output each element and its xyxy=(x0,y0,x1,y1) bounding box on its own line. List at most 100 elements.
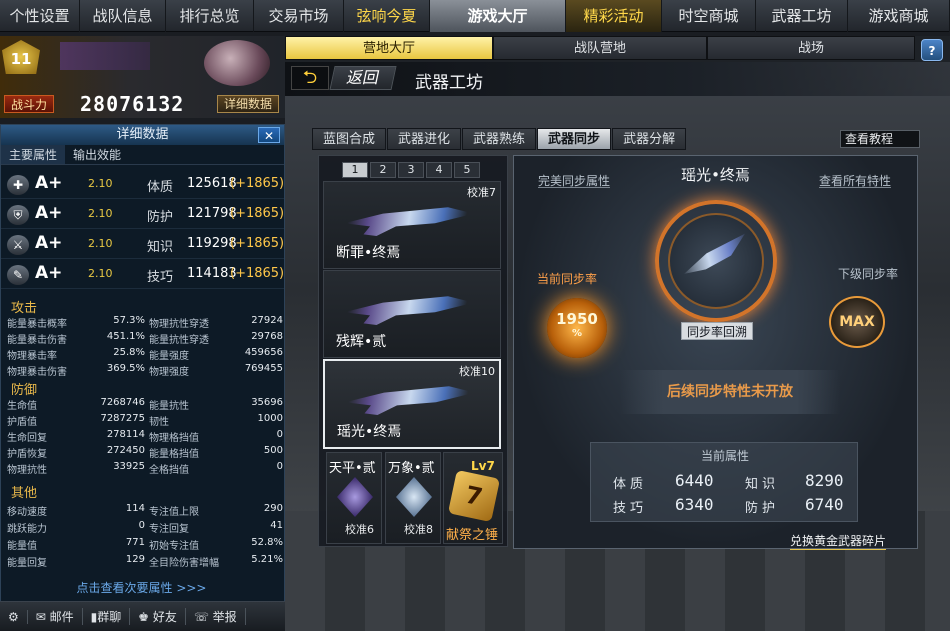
tab-battlefield[interactable]: 战场 xyxy=(707,36,915,60)
stat-value: 1000 xyxy=(257,413,283,424)
stat-label: 能量暴击概率 xyxy=(7,319,67,330)
weapon-image xyxy=(344,296,474,325)
attr-bonus: (+1865) xyxy=(230,236,285,251)
attr-bonus: (+1865) xyxy=(230,206,285,221)
top-nav: 个性设置 战队信息 排行总览 交易市场 弦响今夏 游戏大厅 精彩活动 时空商城 … xyxy=(0,0,950,32)
current-sync-label: 当前同步率 xyxy=(537,272,598,286)
stat-value: 369.5% xyxy=(106,363,145,374)
pager: 1 2 3 4 5 xyxy=(342,162,482,178)
back-arrow-icon[interactable]: ⮌ xyxy=(291,66,329,90)
stat-value: 769455 xyxy=(244,363,283,374)
section-defense-title: 防御 xyxy=(11,383,38,398)
weapon-card[interactable]: 校准7 断罪•终焉 xyxy=(323,181,501,269)
stat-label: 能量格挡值 xyxy=(149,449,199,460)
weapon-card[interactable]: 残辉•贰 xyxy=(323,270,501,358)
mail-button[interactable]: ✉ 邮件 xyxy=(28,608,83,625)
page-button[interactable]: 5 xyxy=(454,162,480,178)
weapon-name: 断罪•终焉 xyxy=(336,245,401,261)
page-button[interactable]: 4 xyxy=(426,162,452,178)
attr-grade: A+ xyxy=(35,233,63,253)
perfect-sync-attributes-button[interactable]: 完美同步属性 xyxy=(538,172,611,188)
main-attr-row: ✎ A+ 2.10 技巧 114183 (+1865) xyxy=(1,259,284,289)
nav-time-shop[interactable]: 时空商城 xyxy=(662,0,756,32)
nav-team-info[interactable]: 战队信息 xyxy=(80,0,166,32)
group-chat-button[interactable]: ▮群聊 xyxy=(83,608,131,625)
stat-value: 25.8% xyxy=(113,347,145,358)
stat-value: 278114 xyxy=(106,429,145,440)
stat-value: 41 xyxy=(270,520,283,531)
stat-label: 生命回复 xyxy=(7,433,47,444)
next-sync-label: 下级同步率 xyxy=(838,267,899,281)
weapon-name: 残辉•贰 xyxy=(336,334,387,350)
stat-row: 生命值 7268746 能量抗性 35696 xyxy=(7,397,283,413)
stat-value: 459656 xyxy=(244,347,283,358)
help-icon[interactable]: ? xyxy=(921,39,943,61)
nav-game-shop[interactable]: 游戏商城 xyxy=(848,0,950,32)
section-other-title: 其他 xyxy=(11,486,38,501)
stat-label: 专注值上限 xyxy=(149,507,199,518)
footer-bar: ⚙ ✉ 邮件 ▮群聊 ♚ 好友 ☏ 举报 xyxy=(0,601,285,631)
attr-value: 8290 xyxy=(805,471,844,490)
not-open-banner: 后续同步特性未开放 xyxy=(620,370,840,414)
stat-row: 能量值 771 初始专注值 52.8% xyxy=(7,537,283,553)
view-tutorial-button[interactable]: 查看教程 xyxy=(840,130,920,148)
item-name: 天平•贰 xyxy=(329,461,376,476)
page-button[interactable]: 1 xyxy=(342,162,368,178)
exchange-gold-fragments-button[interactable]: 兑换黄金武器碎片 xyxy=(790,532,887,550)
friends-button[interactable]: ♚ 好友 xyxy=(130,608,186,625)
tab-camp-hall[interactable]: 营地大厅 xyxy=(285,36,493,60)
constitution-icon: ✚ xyxy=(7,175,29,195)
crystal-icon xyxy=(396,477,432,517)
stat-value: 0 xyxy=(276,461,283,472)
stat-label: 跳跃能力 xyxy=(7,524,47,535)
attr-score: 2.10 xyxy=(88,207,113,220)
more-attributes-link[interactable]: 点击查看次要属性 >>> xyxy=(0,579,283,596)
nav-personal-settings[interactable]: 个性设置 xyxy=(0,0,80,32)
item-card[interactable]: 万象•贰 校准8 xyxy=(385,452,441,544)
stat-label: 能量回复 xyxy=(7,558,47,569)
stat-value: 27924 xyxy=(251,315,283,326)
sync-rollback-button[interactable]: 同步率回溯 xyxy=(681,322,753,340)
nav-game-lobby[interactable]: 游戏大厅 xyxy=(430,0,566,32)
tab-main-attributes[interactable]: 主要属性 xyxy=(1,145,66,164)
tab-output-efficiency[interactable]: 输出效能 xyxy=(65,145,129,164)
attr-key: 技巧 xyxy=(613,501,648,516)
tab-weapon-sync[interactable]: 武器同步 xyxy=(537,128,612,150)
tab-weapon-dismantle[interactable]: 武器分解 xyxy=(612,128,687,150)
item-card[interactable]: 天平•贰 校准6 xyxy=(326,452,382,544)
settings-icon[interactable]: ⚙ xyxy=(0,609,28,624)
tab-weapon-proficiency[interactable]: 武器熟练 xyxy=(462,128,537,150)
close-icon[interactable]: ✕ xyxy=(258,127,280,143)
attr-value: 6740 xyxy=(805,495,844,514)
stat-value: 129 xyxy=(125,554,145,565)
nav-summer-event[interactable]: 弦响今夏 xyxy=(344,0,430,32)
tab-weapon-evolution[interactable]: 武器进化 xyxy=(387,128,462,150)
sub-tabs: 营地大厅 战队营地 战场 xyxy=(285,36,950,62)
view-all-traits-button[interactable]: 查看所有特性 xyxy=(819,172,892,188)
stat-label: 生命值 xyxy=(7,401,37,412)
attr-value: 6440 xyxy=(675,471,714,490)
detail-data-button[interactable]: 详细数据 xyxy=(217,95,279,113)
back-button[interactable]: 返回 xyxy=(329,66,397,90)
stat-label: 能量抗性 xyxy=(149,401,189,412)
nav-featured-events[interactable]: 精彩活动 xyxy=(566,0,662,32)
tab-blueprint-synthesis[interactable]: 蓝图合成 xyxy=(312,128,387,150)
stat-value: 451.1% xyxy=(106,331,145,342)
weapon-tabs: 蓝图合成 武器进化 武器熟练 武器同步 武器分解 xyxy=(312,128,687,150)
power-label: 战斗力 xyxy=(4,95,54,113)
next-sync-orb: MAX xyxy=(829,296,885,348)
stat-value: 52.8% xyxy=(251,537,283,548)
power-value: 28076132 xyxy=(80,92,185,116)
tab-team-camp[interactable]: 战队营地 xyxy=(493,36,707,60)
nav-rankings[interactable]: 排行总览 xyxy=(166,0,254,32)
attr-key: 体质 xyxy=(613,477,648,492)
weapon-card-selected[interactable]: 校准10 瑶光•终焉 xyxy=(323,359,501,449)
report-button[interactable]: ☏ 举报 xyxy=(186,608,246,625)
page-button[interactable]: 2 xyxy=(370,162,396,178)
nav-weapon-workshop[interactable]: 武器工坊 xyxy=(756,0,848,32)
nav-trade-market[interactable]: 交易市场 xyxy=(254,0,344,32)
stat-value: 57.3% xyxy=(113,315,145,326)
stat-value: 33925 xyxy=(113,461,145,472)
page-button[interactable]: 3 xyxy=(398,162,424,178)
item-calibration: 校准6 xyxy=(345,523,374,536)
